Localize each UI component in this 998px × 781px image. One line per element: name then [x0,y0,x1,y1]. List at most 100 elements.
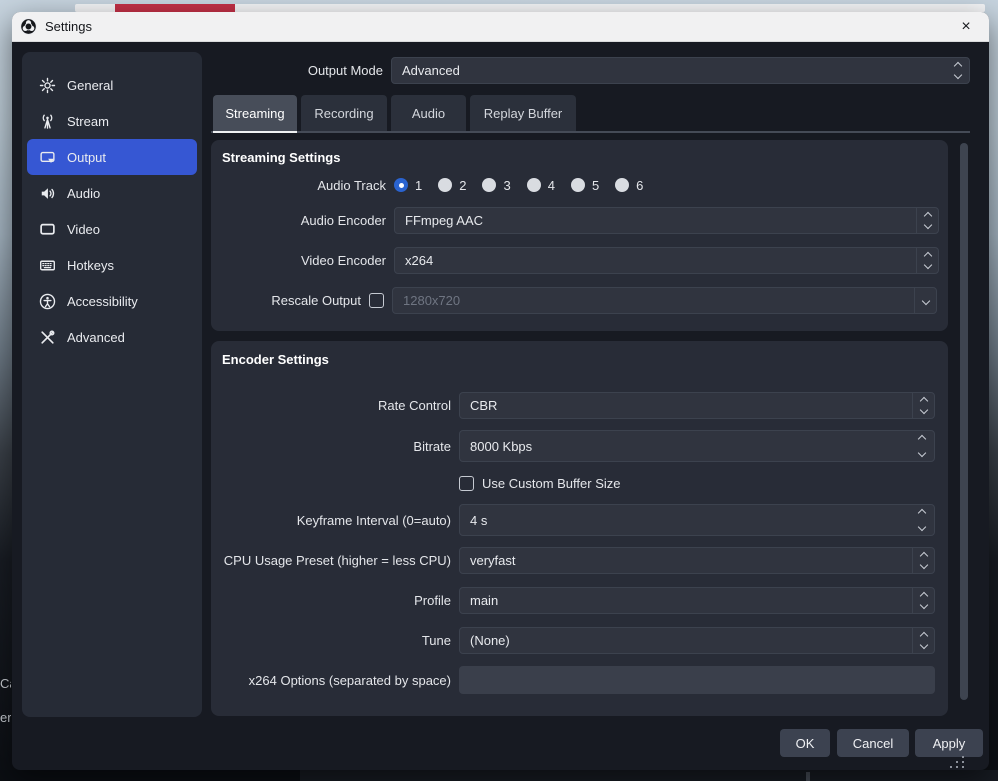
radio-off-icon[interactable] [527,178,541,192]
sidebar-item-label: General [67,78,113,93]
tune-label: Tune [211,633,451,648]
chevron-updown-icon [912,588,934,613]
custom-buffer-label: Use Custom Buffer Size [482,476,620,491]
scrollbar-track[interactable] [959,140,969,716]
sidebar-item-general[interactable]: General [27,67,197,103]
x264-options-row: x264 Options (separated by space) [211,666,948,694]
chevron-updown-icon [912,628,934,653]
active-tab-underline [213,131,297,133]
audio-track-option-2[interactable]: 2 [438,178,466,193]
resize-grip[interactable] [950,756,965,768]
tab-audio[interactable]: Audio [391,95,466,131]
sidebar-item-label: Stream [67,114,109,129]
keyframe-interval-spinner[interactable]: 4 s [459,504,935,536]
output-screen-icon [39,149,56,166]
tab-replay-buffer[interactable]: Replay Buffer [470,95,576,131]
sidebar-item-audio[interactable]: Audio [27,175,197,211]
spinner-arrows-icon[interactable] [919,510,925,530]
output-mode-value: Advanced [392,58,947,83]
sidebar-item-video[interactable]: Video [27,211,197,247]
speaker-icon [39,185,56,202]
tab-recording[interactable]: Recording [301,95,387,131]
background-partial-text: Ca [0,676,11,691]
keyframe-interval-row: Keyframe Interval (0=auto) 4 s [211,504,948,536]
radio-on-icon[interactable] [394,178,408,192]
background-partial-text: er [0,710,11,725]
cpu-preset-select[interactable]: veryfast [459,547,935,574]
custom-buffer-row: Use Custom Buffer Size [211,475,948,491]
cpu-preset-label: CPU Usage Preset (higher = less CPU) [211,553,451,568]
streaming-settings-panel: Streaming Settings Audio Track 1 2 3 4 5… [211,140,948,331]
tune-row: Tune (None) [211,627,948,654]
audio-track-option-6[interactable]: 6 [615,178,643,193]
background-red-segment [115,4,235,12]
audio-encoder-label: Audio Encoder [211,213,386,228]
rescale-output-checkbox[interactable] [369,293,384,308]
window-title: Settings [45,19,92,34]
tab-streaming[interactable]: Streaming [213,95,297,131]
tabs-divider [211,131,970,133]
sidebar-item-label: Hotkeys [67,258,114,273]
gear-icon [39,77,56,94]
chevron-updown-icon [916,208,938,233]
bitrate-spinner[interactable]: 8000 Kbps [459,430,935,462]
rescale-resolution-select[interactable]: 1280x720 [392,287,937,314]
sidebar-item-advanced[interactable]: Advanced [27,319,197,355]
audio-track-option-1[interactable]: 1 [394,178,422,193]
audio-track-option-5[interactable]: 5 [571,178,599,193]
titlebar[interactable]: Settings × [12,12,989,42]
chevron-updown-icon [916,248,938,273]
close-button[interactable]: × [951,14,981,40]
custom-buffer-checkbox[interactable] [459,476,474,491]
cancel-button[interactable]: Cancel [837,729,909,757]
chevron-updown-icon [912,548,934,573]
chevron-updown-icon [947,58,969,83]
radio-off-icon[interactable] [615,178,629,192]
radio-off-icon[interactable] [482,178,496,192]
audio-track-radio-group: 1 2 3 4 5 6 [394,178,659,193]
settings-window: Settings × General Stream [12,12,989,770]
audio-encoder-row: Audio Encoder FFmpeg AAC [211,207,948,234]
sidebar-item-output[interactable]: Output [27,139,197,175]
accessibility-icon [39,293,56,310]
audio-track-row: Audio Track 1 2 3 4 5 6 [211,173,948,197]
output-tabs: Streaming Recording Audio Replay Buffer [213,95,576,131]
sidebar-item-accessibility[interactable]: Accessibility [27,283,197,319]
obs-logo-icon [20,18,37,35]
radio-off-icon[interactable] [571,178,585,192]
apply-button[interactable]: Apply [915,729,983,757]
rate-control-select[interactable]: CBR [459,392,935,419]
background-app-strip [75,4,985,12]
profile-row: Profile main [211,587,948,614]
tune-select[interactable]: (None) [459,627,935,654]
profile-select[interactable]: main [459,587,935,614]
cpu-preset-row: CPU Usage Preset (higher = less CPU) ver… [211,547,948,574]
audio-track-label: Audio Track [211,178,386,193]
bitrate-label: Bitrate [211,439,451,454]
audio-encoder-select[interactable]: FFmpeg AAC [394,207,939,234]
chevron-down-icon [914,288,936,313]
video-encoder-select[interactable]: x264 [394,247,939,274]
x264-options-input[interactable] [459,666,935,694]
broadcast-icon [39,113,56,130]
rate-control-row: Rate Control CBR [211,392,948,419]
bitrate-row: Bitrate 8000 Kbps [211,430,948,462]
sidebar-item-hotkeys[interactable]: Hotkeys [27,247,197,283]
output-mode-select[interactable]: Advanced [391,57,970,84]
profile-label: Profile [211,593,451,608]
spinner-arrows-icon[interactable] [919,436,925,456]
sidebar-item-label: Video [67,222,100,237]
output-mode-label: Output Mode [192,57,383,84]
scrollbar-thumb[interactable] [960,143,968,700]
keyboard-icon [39,257,56,274]
audio-track-option-4[interactable]: 4 [527,178,555,193]
sidebar-item-stream[interactable]: Stream [27,103,197,139]
audio-track-option-3[interactable]: 3 [482,178,510,193]
section-title: Encoder Settings [222,352,329,367]
sidebar-item-label: Advanced [67,330,125,345]
radio-off-icon[interactable] [438,178,452,192]
tools-icon [39,329,56,346]
video-encoder-row: Video Encoder x264 [211,247,948,274]
chevron-updown-icon [912,393,934,418]
ok-button[interactable]: OK [780,729,830,757]
